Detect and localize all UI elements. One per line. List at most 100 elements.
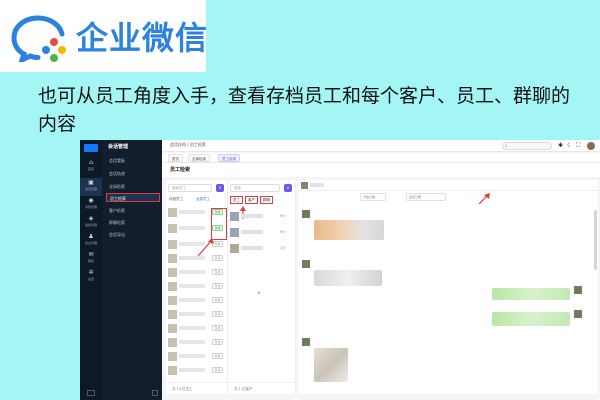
nav-item-risk[interactable]: ◉ 风险管理 <box>80 196 102 214</box>
org-icon: ◈ <box>88 215 94 222</box>
nav-item-approval[interactable]: ✉ 审批 <box>80 250 102 268</box>
list-item[interactable]: 存档 <box>168 322 226 335</box>
chat-contact-name <box>310 183 324 187</box>
chat-panel: 开始日期 结束日期 <box>298 180 598 394</box>
status-badge: 存档 <box>212 367 223 373</box>
theme-icon[interactable]: ☾ <box>567 142 572 149</box>
subnav-item[interactable]: 会话看板 <box>106 156 160 165</box>
chip-customer[interactable]: 客户 <box>245 196 258 204</box>
chat-message-received <box>302 260 422 290</box>
contact-list: 搜索 ⌕ 员工 客户 群聊 昨天 昨天 周四 ▸ 共 1 位客户 <box>228 180 296 394</box>
subnav-item[interactable]: 客户检索 <box>106 206 160 215</box>
search-button[interactable]: ⌕ <box>284 184 292 192</box>
list-item[interactable]: 昨天 <box>230 210 294 223</box>
message-bubble <box>314 270 382 286</box>
customer-count: 共 1 位客户 <box>228 382 295 394</box>
nav-item-enterprise[interactable]: ♟ 企业管理 <box>80 232 102 250</box>
gear-icon: ✲ <box>88 269 94 276</box>
brand-banner: 企业微信 <box>0 0 209 72</box>
date-filter: 开始日期 结束日期 <box>302 193 594 202</box>
list-item[interactable]: 存档 <box>168 364 226 377</box>
person-icon: ♟ <box>88 233 94 240</box>
top-bar: 会话存档 / 员工检索 ⌕ ✱ ☾ ⛶ <box>162 140 600 152</box>
filter-all[interactable]: 全部员工 <box>196 197 210 202</box>
list-item[interactable]: 存档 <box>168 266 226 279</box>
secondary-nav: 会话管理 会话看板 会话轨迹 全局检索 员工检索 客户检索 群聊检索 会话导出 <box>102 140 162 400</box>
subnav-item[interactable]: 会话轨迹 <box>106 169 160 178</box>
list-item[interactable]: 存档 <box>168 280 226 293</box>
date-from-input[interactable]: 开始日期 <box>360 193 386 201</box>
list-item[interactable]: 昨天 <box>230 226 294 239</box>
avatar <box>301 182 308 189</box>
filter-archived[interactable]: 存档员工 <box>169 197 183 202</box>
collapse-icon[interactable] <box>87 390 95 396</box>
message-image[interactable] <box>314 348 348 382</box>
timestamp: 周四 <box>280 246 287 250</box>
headline-caption: 也可从员工角度入手，查看存档员工和每个客户、员工、群聊的内容 <box>38 85 571 135</box>
tab-global-search[interactable]: 全局检索 <box>188 154 210 162</box>
status-badge: 存档 <box>212 353 223 359</box>
search-icon: ⌕ <box>286 185 290 191</box>
expand-icon[interactable] <box>152 390 158 396</box>
employee-search-input[interactable]: 搜索员工 <box>168 184 212 192</box>
chevron-right-icon[interactable]: ▸ <box>258 290 261 296</box>
app-logo-icon <box>84 144 98 152</box>
list-item[interactable]: 存档 <box>168 308 226 321</box>
tab-bar: 首页 全局检索 员工检索 <box>162 153 600 163</box>
date-to-input[interactable]: 结束日期 <box>406 193 446 201</box>
main-workspace: 会话存档 / 员工检索 ⌕ ✱ ☾ ⛶ 首页 全局检索 员工检索 员工检索 搜索… <box>162 140 600 400</box>
employee-list: 搜索员工 ⌕ 存档员工 全部员工 存档 存档 存档 存档 存档 存档 存档 存档… <box>166 180 228 394</box>
status-badge: 存档 <box>212 325 223 331</box>
chat-header <box>298 180 598 191</box>
subnav-item-active[interactable]: 员工检索 <box>106 193 160 202</box>
avatar[interactable] <box>587 142 595 150</box>
primary-nav: ⌂ 首页 ▣ 会话管理 ◉ 风险管理 ◈ 组织管理 ♟ 企业管理 ✉ 审批 ✲ … <box>80 140 102 400</box>
tab-employee-search[interactable]: 员工检索 <box>218 154 240 162</box>
nav-item-org[interactable]: ◈ 组织管理 <box>80 214 102 232</box>
avatar <box>574 286 582 294</box>
status-badge: 存档 <box>212 339 223 345</box>
arrow-annotation-icon <box>478 193 490 205</box>
avatar <box>302 338 310 346</box>
subnav-item[interactable]: 群聊检索 <box>106 218 160 227</box>
message-bubble <box>314 220 384 240</box>
breadcrumb: 会话存档 / 员工检索 <box>170 142 206 147</box>
shield-icon: ◉ <box>88 197 94 204</box>
list-item[interactable]: 存档 <box>168 294 226 307</box>
chat-icon: ▣ <box>88 179 94 186</box>
settings-icon[interactable]: ✱ <box>558 142 563 149</box>
contact-search-input[interactable]: 搜索 <box>230 184 280 192</box>
list-item[interactable]: 存档 <box>168 336 226 349</box>
chip-employee[interactable]: 员工 <box>230 196 243 204</box>
page-title: 员工检索 <box>170 167 191 173</box>
chat-message-sent <box>488 310 588 338</box>
search-button[interactable]: ⌕ <box>216 184 224 192</box>
search-icon: ⌕ <box>218 185 222 191</box>
fullscreen-icon[interactable]: ⛶ <box>576 142 580 150</box>
global-search-input[interactable]: ⌕ <box>502 142 552 150</box>
chat-message-received <box>302 210 422 240</box>
list-item[interactable]: 周四 <box>230 242 294 255</box>
message-bubble <box>492 288 570 300</box>
category-chips: 员工 客户 群聊 <box>230 196 294 206</box>
list-item[interactable]: 存档 <box>168 350 226 363</box>
subnav-item[interactable]: 全局检索 <box>106 182 160 191</box>
brand-name: 企业微信 <box>76 19 209 57</box>
avatar <box>302 260 310 268</box>
chip-group[interactable]: 群聊 <box>260 196 273 204</box>
nav-item-settings[interactable]: ✲ 设置 <box>80 268 102 286</box>
nav-item-home[interactable]: ⌂ 首页 <box>80 158 102 176</box>
home-icon: ⌂ <box>89 159 93 166</box>
avatar <box>302 210 310 218</box>
subnav-item[interactable]: 会话导出 <box>106 230 160 239</box>
nav-item-chat[interactable]: ▣ 会话管理 <box>80 178 102 196</box>
tab-home[interactable]: 首页 <box>168 154 183 162</box>
status-badge: 存档 <box>212 297 223 303</box>
mail-icon: ✉ <box>88 251 94 258</box>
scrollbar[interactable] <box>594 210 597 270</box>
page-header: 员工检索 <box>162 163 600 177</box>
search-icon: ⌕ <box>505 143 508 149</box>
message-bubble <box>492 312 570 326</box>
avatar <box>574 310 582 318</box>
arrow-annotation-icon <box>197 238 214 257</box>
